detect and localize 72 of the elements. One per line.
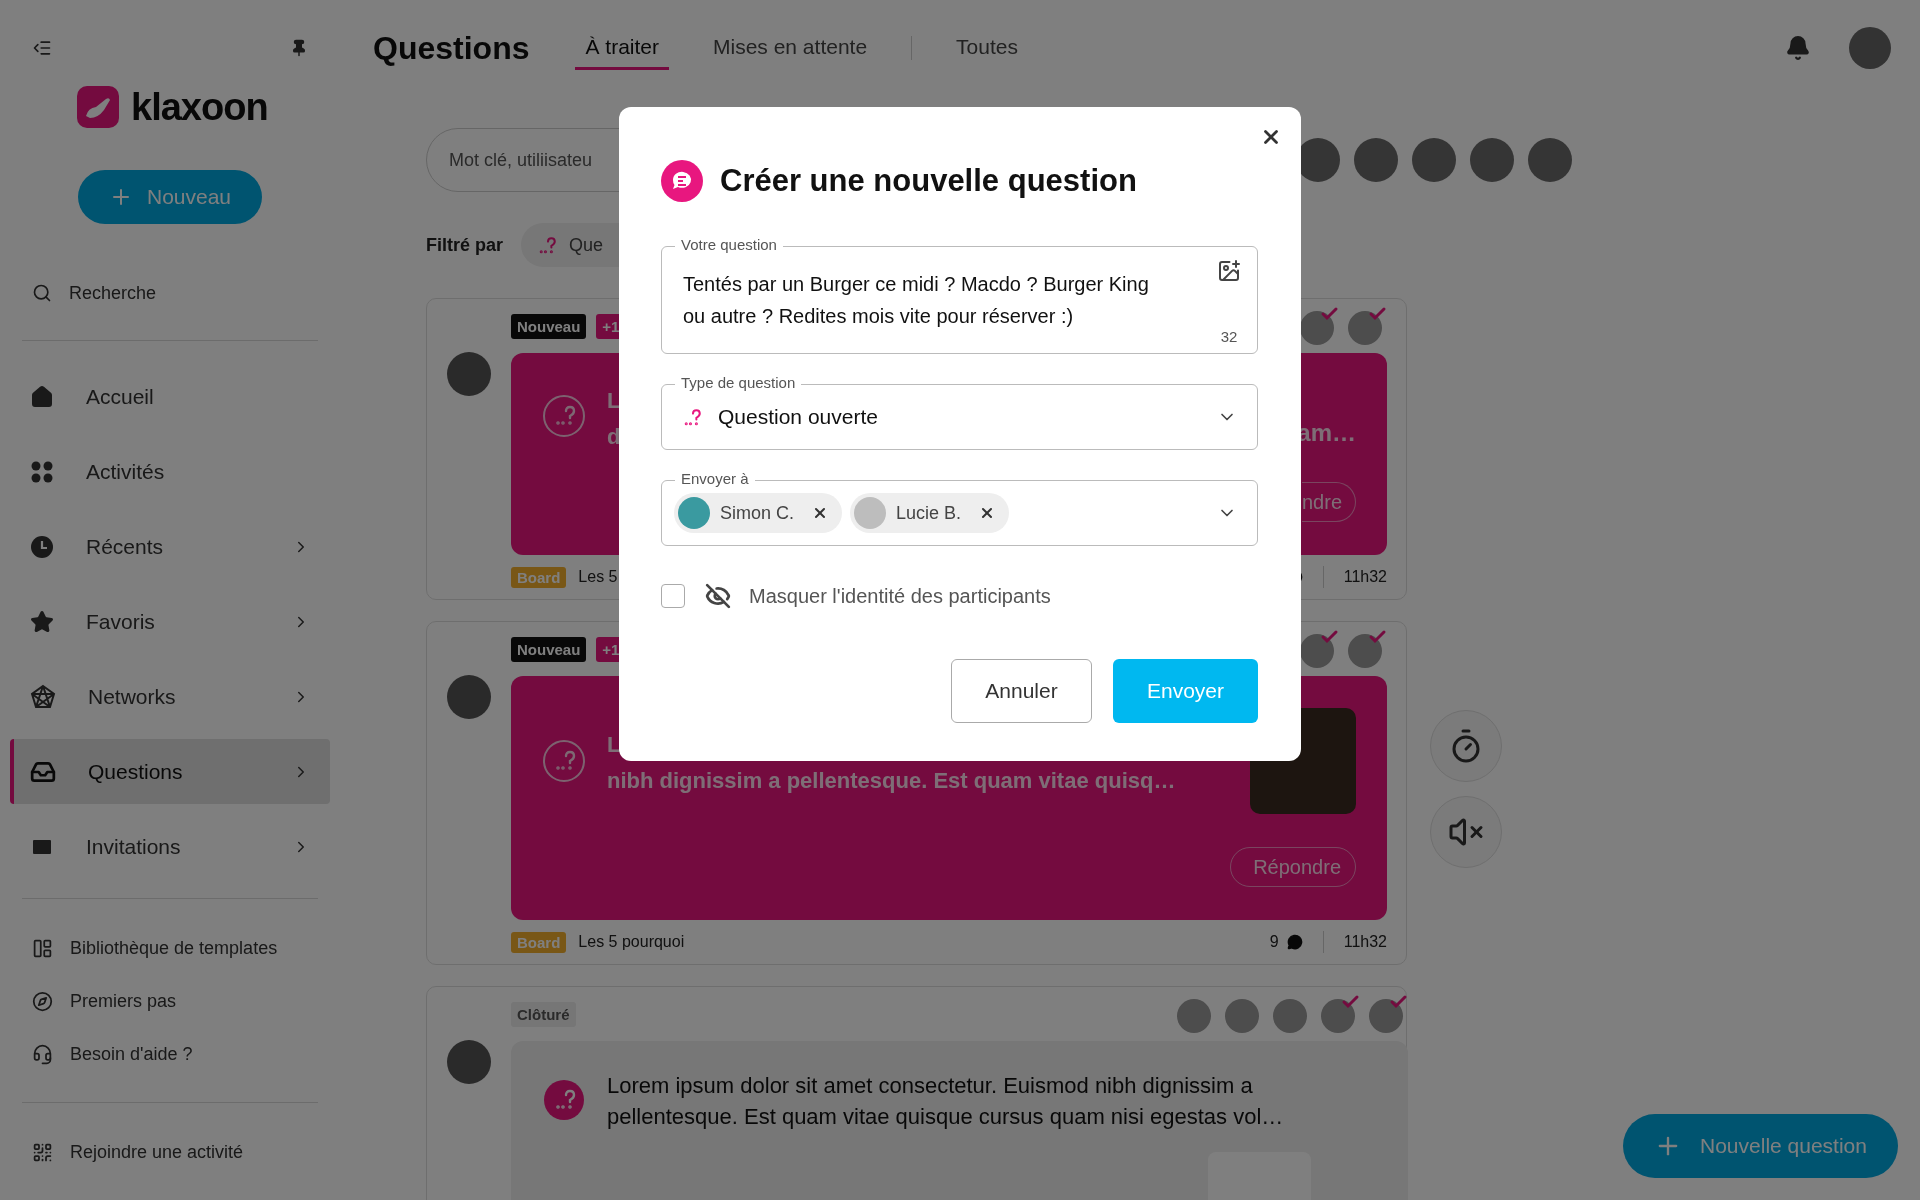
nav-item[interactable]: Récents — [10, 514, 330, 579]
author-avatar — [447, 352, 491, 396]
question-text: d — [607, 423, 621, 451]
author-avatar — [447, 675, 491, 719]
comment-icon — [1286, 934, 1303, 950]
logo-icon — [77, 86, 119, 128]
chat-icon — [661, 160, 703, 202]
status-tag: Clôturé — [511, 1001, 576, 1027]
question-icon — [542, 1078, 586, 1122]
nav-item[interactable]: Networks — [10, 664, 330, 729]
send-button[interactable]: Envoyer — [1113, 659, 1258, 723]
sidebar-link[interactable]: Bibliothèque de templates — [0, 922, 340, 975]
search-link[interactable]: Recherche — [0, 274, 340, 312]
nav-item[interactable]: Favoris — [10, 589, 330, 654]
nav-item[interactable]: Activités — [10, 439, 330, 504]
dialog-title: Créer une nouvelle question — [720, 163, 1137, 199]
author-avatar — [447, 1040, 491, 1084]
field-label: Envoyer à — [675, 470, 755, 488]
question-type-icon — [682, 406, 704, 428]
recipient-name: Simon C. — [720, 502, 795, 524]
board-tag: Board — [511, 931, 567, 953]
recipient-avatar — [678, 497, 710, 529]
sidebar-link[interactable]: Besoin d'aide ? — [0, 1028, 340, 1081]
status-tag: Nouveau — [511, 636, 587, 662]
board-name: Les 5 pourquoi — [578, 933, 685, 951]
headset-icon — [32, 1044, 53, 1065]
nav-item[interactable]: Invitations — [10, 814, 330, 879]
board-name: Les 5 — [578, 568, 618, 586]
eye-off-icon — [705, 583, 731, 609]
recipient-avatar — [854, 497, 887, 529]
question-icon — [542, 739, 586, 783]
tab[interactable]: Mises en attente — [703, 26, 878, 70]
comment-count: 9 — [1269, 933, 1279, 951]
search-icon — [32, 283, 52, 303]
time-label: 11h32 — [1343, 568, 1387, 586]
board-tag: Board — [511, 566, 567, 588]
qr-code-icon — [32, 1142, 53, 1163]
field-label: Votre question — [675, 236, 783, 254]
tab[interactable]: Toutes — [946, 26, 1028, 70]
question-icon — [542, 394, 586, 438]
user-avatar[interactable] — [1849, 27, 1891, 69]
question-text: nibh dignissim a pellentesque. Est quam vitae quisq… — [607, 767, 1176, 795]
question-card[interactable]: Clôturé Lorem ipsum dolor sit amet consectetur. Euismod nibh dignissim a pellentesque. Est quam vitae quisque cursus quam nisi egestas vol… — [426, 986, 1407, 1200]
star-icon — [30, 609, 54, 634]
collapse-icon[interactable] — [32, 38, 52, 58]
status-tag: Nouveau — [511, 313, 587, 339]
sidebar-link[interactable]: Premiers pas — [0, 975, 340, 1028]
logo-text: klaxoon — [131, 85, 268, 129]
house-icon — [30, 384, 54, 409]
bell-icon[interactable] — [1785, 35, 1811, 61]
recipient-name: Lucie B. — [896, 502, 962, 524]
nav-item[interactable]: Accueil — [10, 364, 330, 429]
layout-icon — [32, 938, 53, 959]
field-label: Type de question — [675, 374, 802, 392]
clock-icon — [30, 534, 54, 559]
network-icon — [30, 683, 56, 710]
tab[interactable]: À traiter — [575, 26, 669, 70]
cancel-button[interactable]: Annuler — [951, 659, 1092, 723]
dots-icon — [30, 459, 54, 484]
add-image-icon[interactable] — [1217, 259, 1241, 283]
time-label: 11h32 — [1343, 933, 1387, 951]
question-text: Lorem ipsum dolor sit amet consectetur. Euismod nibh dignissim a pellentesque. Est quam vitae quisque cursus quam nisi egestas vol… — [607, 1072, 1285, 1131]
compass-icon — [32, 991, 53, 1012]
sidebar-link[interactable]: Rejoindre une activité — [0, 1126, 340, 1179]
filter-label: Filtré par — [426, 234, 504, 256]
nav-item[interactable]: Questions — [10, 739, 330, 804]
checkbox[interactable] — [661, 584, 685, 608]
pin-icon[interactable] — [290, 39, 308, 57]
question-text: L — [607, 387, 621, 415]
page-title: Questions — [373, 29, 530, 67]
character-counter: 32 — [1220, 328, 1238, 345]
checkbox-label: Masquer l'identité des participants — [749, 584, 1051, 608]
